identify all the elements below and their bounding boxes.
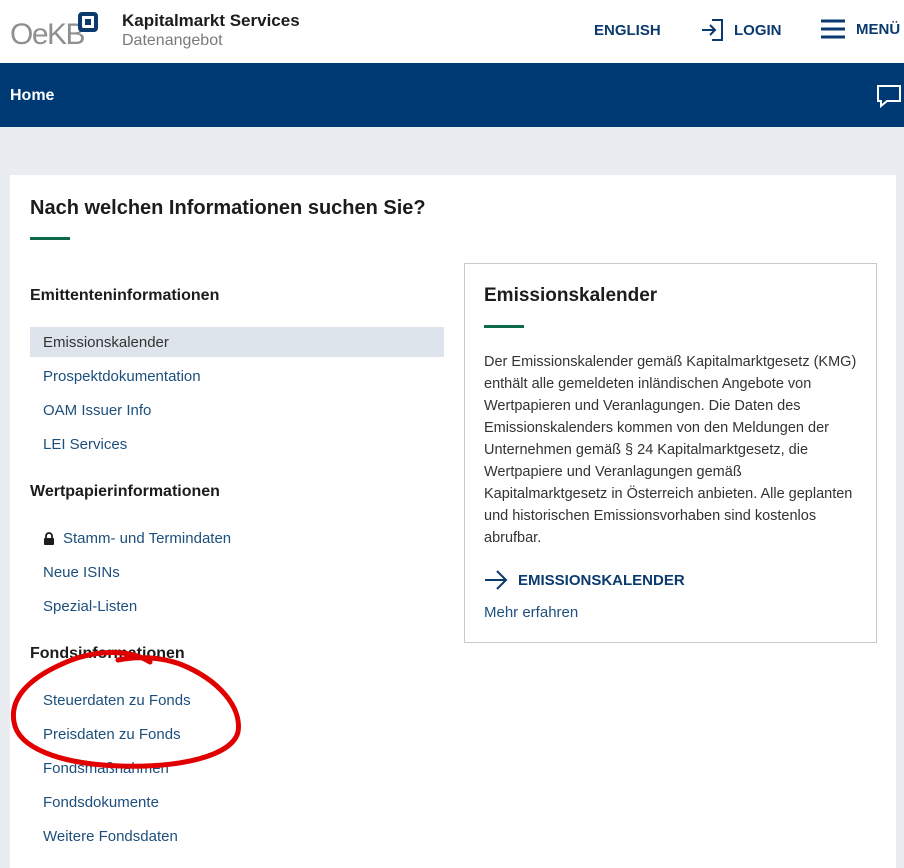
heading-underline xyxy=(30,237,70,240)
link-spezial-listen[interactable]: Spezial-Listen xyxy=(30,591,444,621)
menu-button[interactable]: MENÜ xyxy=(820,18,900,40)
link-steuerdaten-fonds[interactable]: Steuerdaten zu Fonds xyxy=(30,685,444,715)
link-emissionskalender[interactable]: Emissionskalender xyxy=(30,327,444,357)
logo-text: OeKB xyxy=(10,18,86,51)
section-title-fonds: Fondsinformationen xyxy=(30,645,185,662)
nav-bar: Home xyxy=(0,63,904,127)
top-header: OeKB Kapitalmarkt Services Datenangebot … xyxy=(0,0,904,63)
detail-panel: Emissionskalender Der Emissionskalender … xyxy=(464,263,877,643)
section-title-wertpapier: Wertpapierinformationen xyxy=(30,483,220,500)
login-label: LOGIN xyxy=(734,21,782,39)
oekb-logo[interactable]: OeKB xyxy=(10,12,100,51)
arrow-right-icon xyxy=(485,570,508,590)
menu-label: MENÜ xyxy=(856,20,901,38)
english-link[interactable]: ENGLISH xyxy=(594,22,661,39)
link-neue-isins[interactable]: Neue ISINs xyxy=(30,557,444,587)
login-link[interactable]: LOGIN xyxy=(700,18,782,42)
section-title-emittenten: Emittenteninformationen xyxy=(30,287,220,304)
detail-description: Der Emissionskalender gemäß Kapitalmarkt… xyxy=(484,354,857,546)
detail-underline xyxy=(484,325,524,328)
hamburger-icon xyxy=(821,19,845,39)
content-card: Nach welchen Informationen suchen Sie? E… xyxy=(10,175,896,868)
home-link[interactable]: Home xyxy=(10,87,54,105)
emissionskalender-cta[interactable]: EMISSIONSKALENDER xyxy=(484,570,685,590)
brand: Kapitalmarkt Services Datenangebot xyxy=(122,11,300,51)
link-lei-services[interactable]: LEI Services xyxy=(30,429,444,459)
link-stamm-termindaten-label: Stamm- und Termindaten xyxy=(63,529,232,547)
link-preisdaten-fonds[interactable]: Preisdaten zu Fonds xyxy=(30,719,444,749)
brand-subtitle: Datenangebot xyxy=(122,32,223,49)
mehr-erfahren-link[interactable]: Mehr erfahren xyxy=(484,604,578,621)
chat-icon[interactable] xyxy=(876,83,902,109)
cta-label: EMISSIONSKALENDER xyxy=(518,571,685,589)
page-heading: Nach welchen Informationen suchen Sie? xyxy=(30,197,426,219)
login-icon xyxy=(702,19,723,41)
link-prospektdokumentation[interactable]: Prospektdokumentation xyxy=(30,361,444,391)
link-weitere-fondsdaten[interactable]: Weitere Fondsdaten xyxy=(30,821,444,851)
lock-icon xyxy=(44,531,54,545)
detail-title: Emissionskalender xyxy=(484,285,658,306)
link-fondsdokumente[interactable]: Fondsdokumente xyxy=(30,787,444,817)
link-fondsmassnahmen[interactable]: Fondsmaßnahmen xyxy=(30,753,444,783)
brand-title: Kapitalmarkt Services xyxy=(122,11,300,30)
link-stamm-termindaten[interactable]: Stamm- und Termindaten xyxy=(30,523,444,553)
link-oam-issuer-info[interactable]: OAM Issuer Info xyxy=(30,395,444,425)
logo-square-icon xyxy=(78,12,98,32)
